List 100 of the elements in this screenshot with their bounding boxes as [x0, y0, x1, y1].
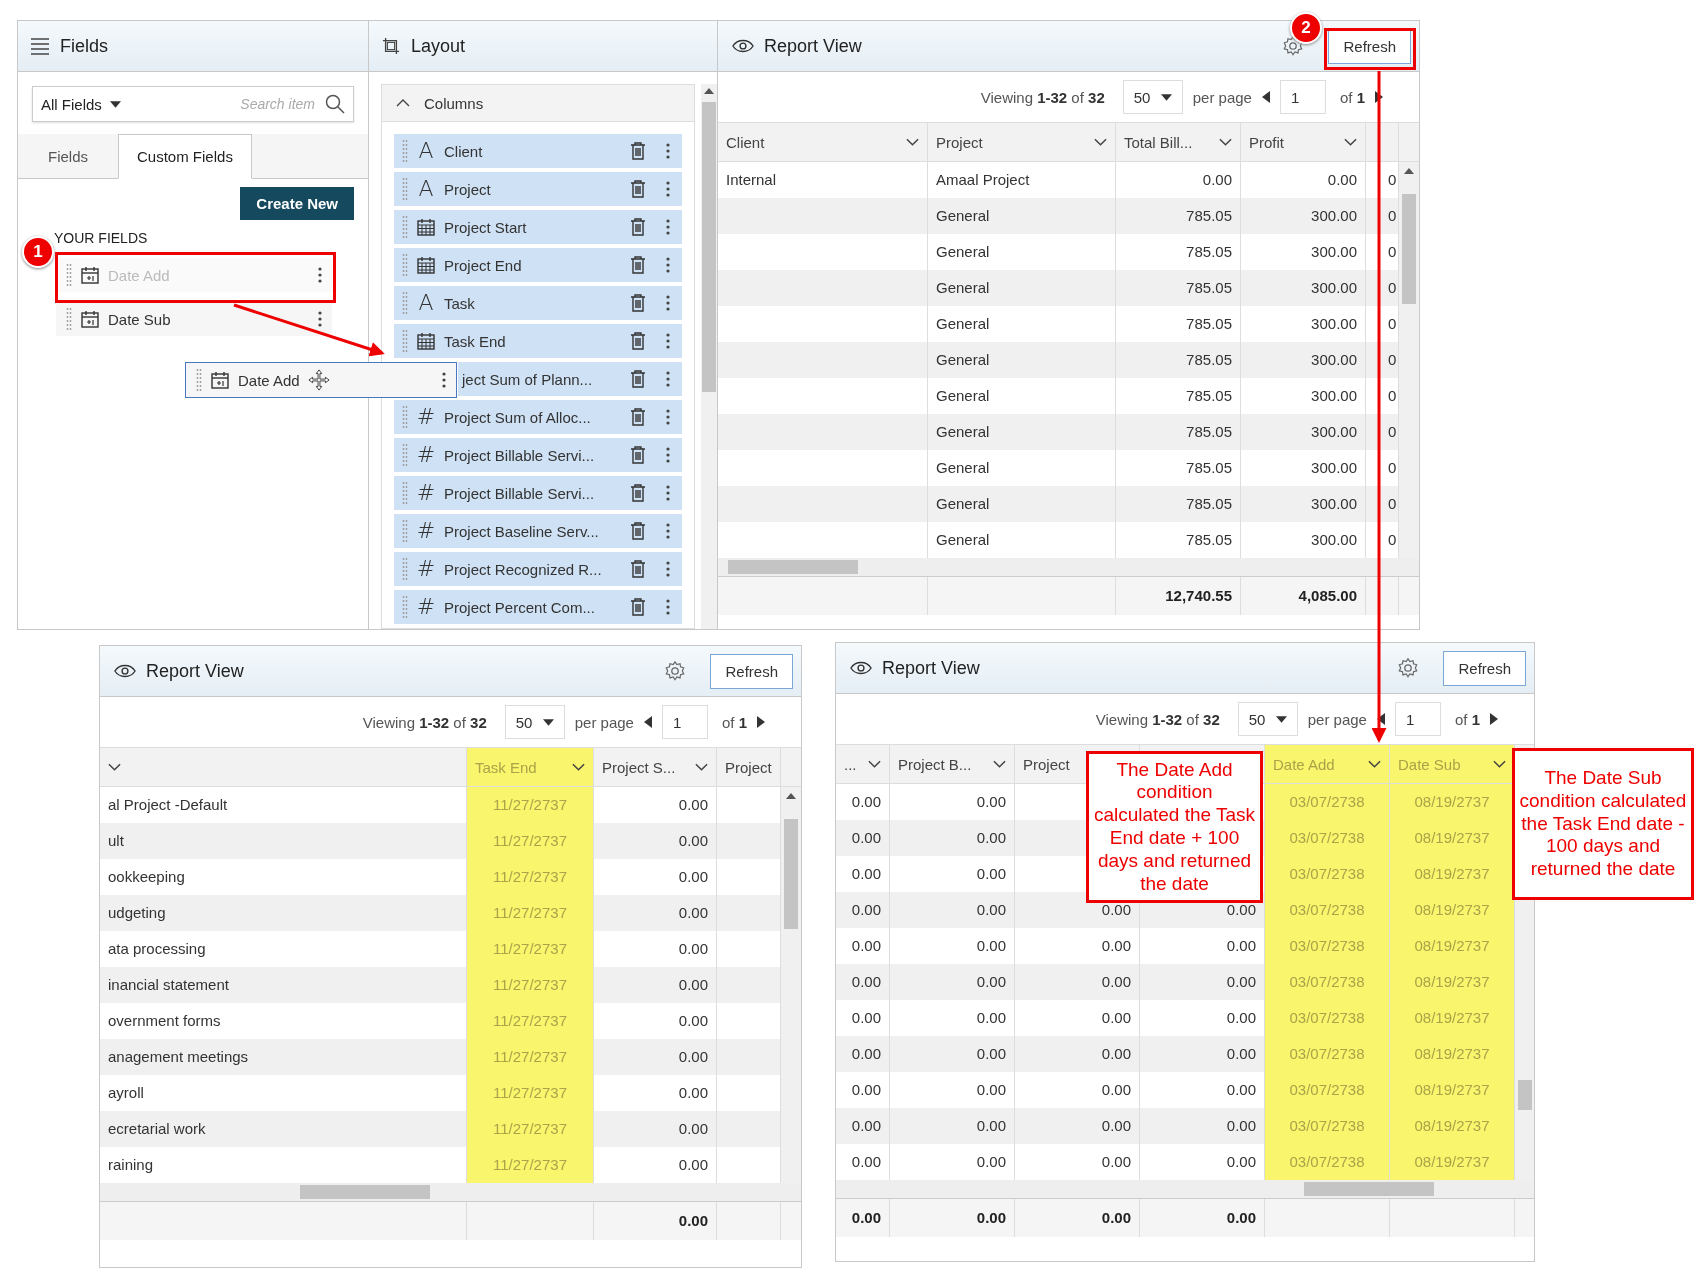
per-page-label: per page	[1192, 88, 1252, 106]
per-page-label: per page	[1307, 710, 1367, 728]
page-count: of 1	[1339, 88, 1365, 106]
column-header[interactable]: Project B...	[890, 745, 1015, 783]
column-item[interactable]: Project End	[394, 248, 682, 282]
table-cell: 0.00	[851, 1117, 881, 1134]
table-cell: 0.00	[678, 1084, 708, 1101]
table-cell: raining	[108, 1156, 154, 1173]
table-cell: ecretarial work	[108, 1120, 206, 1137]
group-header[interactable]: Columns	[382, 85, 694, 122]
column-item[interactable]: A Client	[394, 134, 682, 168]
table-cell: Amaal Project	[936, 171, 1030, 188]
table-cell: 08/19/2737	[1414, 1009, 1490, 1026]
column-item[interactable]: # Project Recognized R...	[394, 552, 682, 586]
column-header[interactable]: Profit	[1241, 123, 1366, 161]
page-input[interactable]: 1	[1394, 702, 1441, 736]
create-new-button[interactable]: Create New	[240, 187, 354, 220]
dragged-field[interactable]: Date Add	[185, 362, 457, 398]
table-cell: 0	[1388, 243, 1397, 260]
column-header[interactable]: Project	[717, 748, 781, 786]
table-cell: 0.00	[1226, 973, 1256, 990]
column-header[interactable]: Client	[718, 123, 928, 161]
table-cell: 08/19/2737	[1414, 1153, 1490, 1170]
table-cell: 0.00	[976, 937, 1006, 954]
filter-select[interactable]: All Fields	[41, 95, 121, 113]
table-cell: General	[936, 459, 990, 476]
table-cell: 11/27/2737	[493, 1012, 567, 1029]
refresh-button[interactable]: Refresh	[1443, 650, 1526, 686]
callout-tooltip: The Date Sub condition calculated the Task End date - 100 days and returned the date	[1512, 748, 1694, 900]
table-cell: 0.00	[1226, 937, 1256, 954]
column-item[interactable]: # Project Billable Servi...	[394, 476, 682, 510]
table-cell: 0.00	[851, 901, 881, 918]
column-item[interactable]: # Project Baseline Serv...	[394, 514, 682, 548]
column-header[interactable]: Total Bill...	[1116, 123, 1241, 161]
table-cell: 0.00	[678, 832, 708, 849]
panel-title: Report View	[146, 660, 245, 682]
field-item[interactable]: Date Sub	[56, 302, 332, 336]
table-cell: 08/19/2737	[1414, 865, 1490, 882]
table-cell: 0.00	[678, 796, 708, 813]
table-cell: inancial statement	[108, 976, 229, 993]
column-item[interactable]: ject Sum of Plann...	[458, 362, 682, 396]
page-size-select[interactable]: 50	[1237, 702, 1298, 736]
field-type-icon: #	[416, 406, 436, 428]
table-cell: 0.00	[976, 1117, 1006, 1134]
table-cell: 0.00	[976, 1009, 1006, 1026]
table-cell: 03/07/2738	[1289, 1117, 1365, 1134]
table-cell: 785.05	[1186, 423, 1232, 440]
column-item[interactable]: A Task	[394, 286, 682, 320]
table-cell: 08/19/2737	[1414, 973, 1490, 990]
page-size-select[interactable]: 50	[1122, 80, 1183, 114]
total-cell: 12,740.55	[1165, 587, 1232, 604]
table-cell: General	[936, 243, 990, 260]
table-cell: 08/19/2737	[1414, 1081, 1490, 1098]
column-header[interactable]: Project S...	[594, 748, 717, 786]
page-input[interactable]: 1	[661, 705, 708, 739]
refresh-button[interactable]: Refresh	[710, 653, 793, 689]
table-cell: 0.00	[976, 973, 1006, 990]
column-header[interactable]: Project	[928, 123, 1116, 161]
page-input[interactable]: 1	[1279, 80, 1326, 114]
table-cell: 03/07/2738	[1289, 1081, 1365, 1098]
panel-title: Fields	[60, 35, 108, 57]
table-cell: 11/27/2737	[493, 976, 567, 993]
table-cell: 0	[1388, 423, 1397, 440]
column-item[interactable]: # Project Sum of Alloc...	[394, 400, 682, 434]
table-cell: 08/19/2737	[1414, 901, 1490, 918]
table-cell: 0.00	[1226, 1081, 1256, 1098]
table-cell: 03/07/2738	[1289, 1045, 1365, 1062]
table-cell: 785.05	[1186, 459, 1232, 476]
table-cell: General	[936, 387, 990, 404]
table-cell: 0.00	[976, 829, 1006, 846]
table-cell: 300.00	[1311, 423, 1357, 440]
table-cell: 11/27/2737	[493, 1084, 567, 1101]
field-type-icon: A	[416, 178, 436, 200]
table-cell: 0.00	[1226, 901, 1256, 918]
column-item[interactable]: A Project	[394, 172, 682, 206]
table-cell: 0.00	[976, 1153, 1006, 1170]
record-count: Viewing 1-32 of 32	[1095, 710, 1220, 728]
table-cell: 0.00	[976, 1045, 1006, 1062]
column-item[interactable]: # Project Billable Servi...	[394, 438, 682, 472]
table-cell: 03/07/2738	[1289, 973, 1365, 990]
table-cell: 300.00	[1311, 351, 1357, 368]
page-size-select[interactable]: 50	[504, 705, 565, 739]
table-cell: General	[936, 207, 990, 224]
tab[interactable]: Custom Fields	[118, 134, 252, 179]
table-cell: 03/07/2738	[1289, 793, 1365, 810]
column-item[interactable]: # Project Percent Com...	[394, 590, 682, 624]
table-cell: 0	[1388, 315, 1397, 332]
column-header[interactable]: ...	[836, 745, 890, 783]
table-cell: 11/27/2737	[493, 1156, 567, 1173]
tab[interactable]: Fields	[18, 134, 118, 178]
table-cell: 0	[1388, 279, 1397, 296]
table-cell: 11/27/2737	[493, 1120, 567, 1137]
search-field[interactable]: All Fields Search item	[32, 86, 354, 122]
table-cell: 0.00	[976, 865, 1006, 882]
total-cell: 0.00	[851, 1209, 881, 1226]
table-cell: 785.05	[1186, 315, 1232, 332]
table-cell: General	[936, 315, 990, 332]
table-cell: 0	[1388, 171, 1397, 188]
column-item[interactable]: Project Start	[394, 210, 682, 244]
column-item[interactable]: Task End	[394, 324, 682, 358]
